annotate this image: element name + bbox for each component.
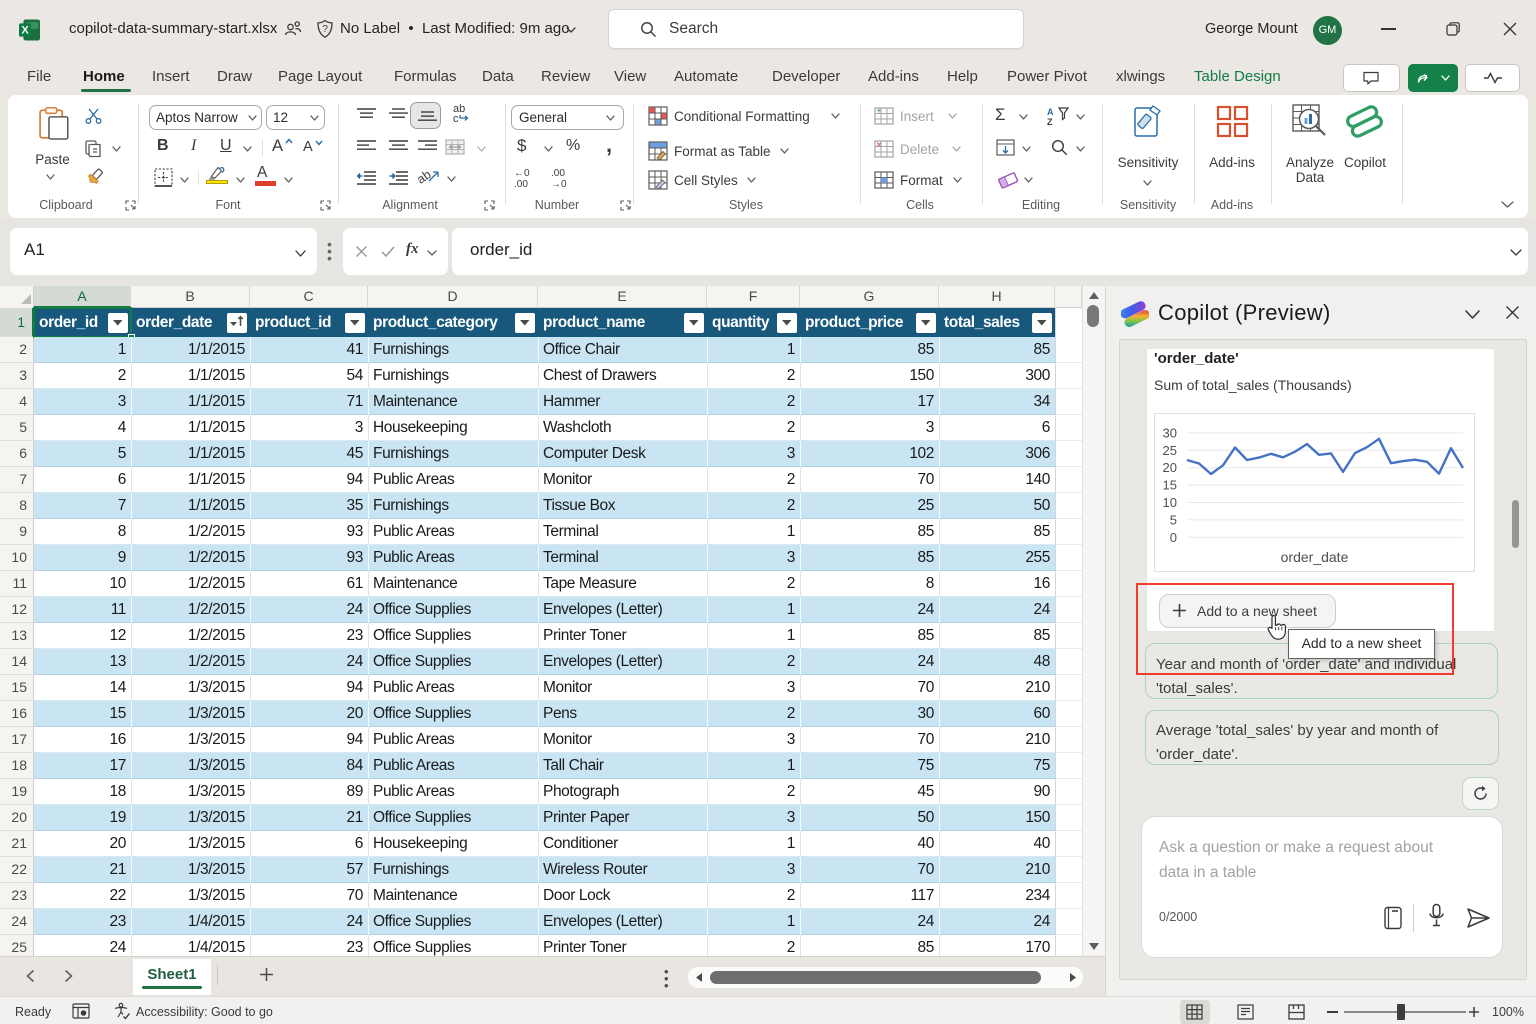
svg-text:30: 30 — [1163, 425, 1177, 440]
svg-text:A: A — [1047, 107, 1054, 117]
svg-text:5: 5 — [1170, 512, 1177, 527]
svg-text:10: 10 — [1163, 495, 1177, 510]
svg-text:Z: Z — [1047, 117, 1053, 126]
svg-text:20: 20 — [1163, 460, 1177, 475]
svg-text:?: ? — [322, 23, 328, 35]
svg-text:0: 0 — [1170, 530, 1177, 545]
svg-text:15: 15 — [1163, 478, 1177, 493]
svg-text:25: 25 — [1163, 443, 1177, 458]
svg-text:X: X — [21, 25, 29, 37]
